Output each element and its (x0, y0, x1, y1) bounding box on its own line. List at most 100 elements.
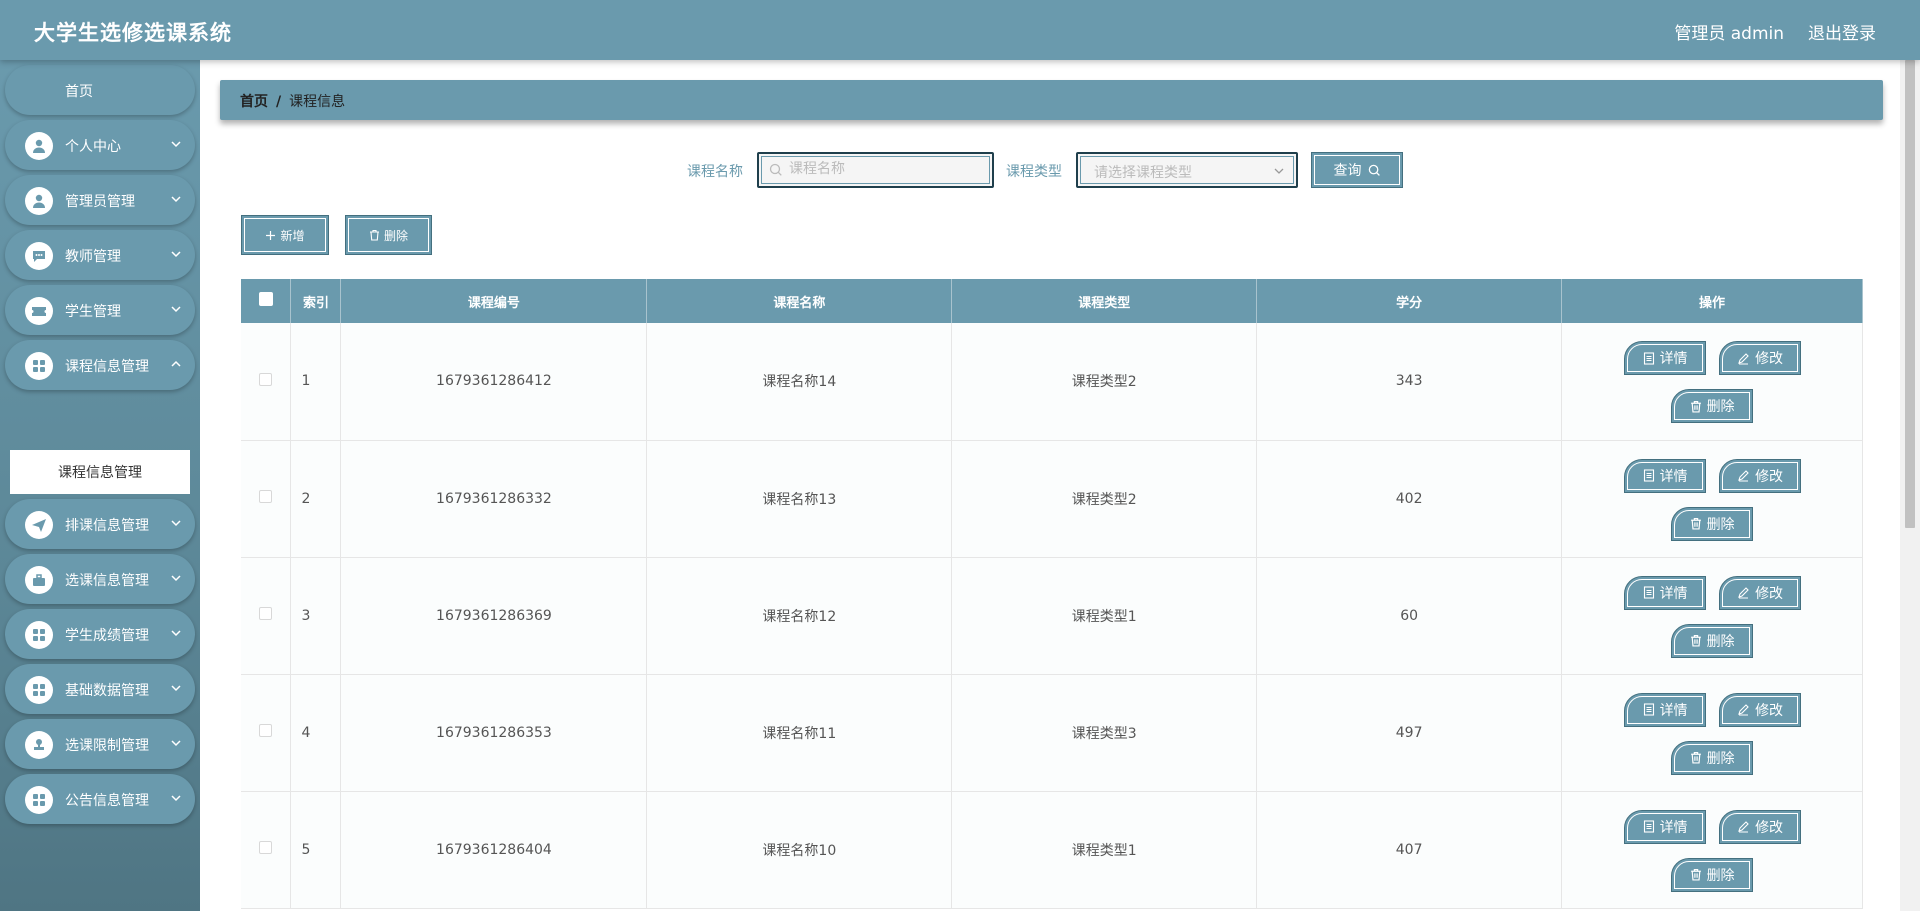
delete-button-label: 删除 (1706, 633, 1735, 650)
table-row: 4 1679361286353 课程名称11 课程类型3 497 详情 修改 删… (241, 674, 1863, 792)
delete-button-label: 删除 (1706, 867, 1735, 884)
column-header-type[interactable]: 课程类型 (951, 279, 1258, 323)
detail-button[interactable]: 详情 (1624, 809, 1707, 844)
sidebar-item-admin-management[interactable]: 管理员管理 (5, 175, 195, 225)
app-title: 大学生选修选课系统 (34, 21, 232, 45)
page-scrollbar[interactable] (1900, 60, 1920, 911)
delete-button[interactable]: 删除 (1671, 857, 1754, 892)
table-row: 2 1679361286332 课程名称13 课程类型2 402 详情 修改 删… (241, 440, 1863, 558)
grid-icon (25, 352, 53, 380)
sidebar-item-teacher-management[interactable]: 教师管理 (5, 230, 195, 280)
delete-button[interactable]: 删除 (1671, 740, 1754, 775)
table-row: 5 1679361286404 课程名称10 课程类型1 407 详情 修改 删… (241, 791, 1863, 909)
sidebar-item-label: 首页 (65, 84, 93, 100)
chevron-down-icon (171, 685, 181, 692)
row-course-type: 课程类型1 (951, 791, 1258, 909)
add-button-label: 新增 (280, 228, 305, 243)
edit-icon (1738, 352, 1749, 365)
delete-button[interactable]: 删除 (1671, 389, 1754, 423)
column-header-code[interactable]: 课程编号 (340, 279, 648, 323)
grid-icon (25, 786, 53, 814)
row-course-type: 课程类型2 (951, 440, 1258, 558)
delete-button[interactable]: 删除 (1671, 623, 1754, 658)
detail-button[interactable]: 详情 (1624, 458, 1707, 493)
delete-button[interactable]: 删除 (1671, 506, 1754, 541)
add-button[interactable]: 新增 (241, 215, 329, 255)
detail-button[interactable]: 详情 (1624, 692, 1707, 727)
delete-button-label: 删除 (1706, 750, 1735, 767)
detail-button[interactable]: 详情 (1624, 341, 1707, 375)
edit-button[interactable]: 修改 (1719, 809, 1802, 844)
trash-icon (1690, 518, 1701, 530)
row-checkbox[interactable] (259, 724, 273, 737)
sidebar-item-course-info-management[interactable]: 课程信息管理 (5, 340, 195, 390)
edit-button[interactable]: 修改 (1719, 341, 1802, 375)
chevron-down-icon (171, 740, 181, 747)
sidebar-item-basic-data-management[interactable]: 基础数据管理 (5, 664, 195, 714)
row-checkbox[interactable] (259, 490, 273, 503)
sidebar-item-schedule-management[interactable]: 排课信息管理 (5, 499, 195, 549)
sidebar-item-notice-management[interactable]: 公告信息管理 (5, 774, 195, 824)
sidebar-item-selection-limit-management[interactable]: 选课限制管理 (5, 719, 195, 769)
plus-icon (266, 230, 276, 240)
row-course-name: 课程名称10 (646, 791, 953, 909)
row-checkbox[interactable] (259, 841, 273, 854)
trash-icon (1690, 635, 1701, 647)
column-header-credit[interactable]: 学分 (1256, 279, 1563, 323)
breadcrumb-bar: 首页 / 课程信息 (220, 80, 1883, 120)
course-name-field[interactable] (757, 152, 994, 188)
row-course-code: 1679361286353 (340, 674, 648, 792)
row-course-name: 课程名称13 (646, 440, 953, 558)
breadcrumb-separator: / (276, 94, 282, 110)
sidebar-item-personal-center[interactable]: 个人中心 (5, 120, 195, 170)
row-checkbox[interactable] (259, 372, 273, 386)
delete-button-label: 删除 (1706, 399, 1735, 415)
edit-button[interactable]: 修改 (1719, 692, 1802, 727)
sidebar-item-selection-management[interactable]: 选课信息管理 (5, 554, 195, 604)
course-name-input[interactable] (789, 154, 989, 184)
trash-icon (1690, 400, 1701, 413)
batch-delete-button[interactable]: 删除 (345, 215, 432, 255)
column-header-operations: 操作 (1561, 279, 1863, 323)
query-button[interactable]: 查询 (1311, 152, 1403, 188)
logout-button[interactable]: 退出登录 (1808, 19, 1876, 44)
row-checkbox[interactable] (259, 607, 273, 620)
edit-button[interactable]: 修改 (1719, 458, 1802, 493)
table-header-row: 索引 课程编号 课程名称 课程类型 学分 操作 (241, 279, 1863, 323)
grid-icon (25, 676, 53, 704)
chevron-down-icon (171, 306, 181, 313)
trash-icon (369, 229, 379, 241)
document-icon (1643, 703, 1654, 716)
column-header-name[interactable]: 课程名称 (646, 279, 953, 323)
user-icon (25, 132, 53, 160)
trash-icon (1690, 869, 1701, 881)
breadcrumb-home[interactable]: 首页 (240, 94, 268, 110)
select-all-checkbox[interactable] (258, 292, 273, 306)
select-all-header (241, 279, 292, 323)
batch-delete-button-label: 删除 (383, 228, 408, 243)
breadcrumb: 首页 / 课程信息 (240, 91, 345, 111)
grid-icon (25, 621, 53, 649)
sidebar-item-grade-management[interactable]: 学生成绩管理 (5, 609, 195, 659)
detail-button-label: 详情 (1659, 351, 1688, 367)
query-button-label: 查询 (1333, 163, 1362, 179)
row-operations: 详情 修改 删除 (1561, 791, 1863, 909)
sidebar-item-label: 选课信息管理 (65, 573, 149, 589)
sidebar-subitem-course-info[interactable]: 课程信息管理 (10, 450, 190, 494)
row-credit: 402 (1256, 440, 1563, 558)
course-type-label: 课程类型 (1006, 164, 1062, 180)
column-header-index: 索引 (290, 279, 342, 323)
scrollbar-thumb[interactable] (1905, 60, 1915, 528)
edit-icon (1738, 470, 1749, 482)
course-type-select[interactable]: 请选择课程类型 (1076, 152, 1298, 188)
sidebar-item-home[interactable]: 首页 (5, 65, 195, 115)
edit-button[interactable]: 修改 (1719, 575, 1802, 610)
chevron-up-icon (171, 360, 181, 367)
sidebar-item-label: 个人中心 (65, 139, 121, 155)
ticket-icon (25, 297, 53, 325)
course-table: 索引 课程编号 课程名称 课程类型 学分 操作 1 1679361286412 … (241, 279, 1863, 909)
document-icon (1643, 820, 1654, 833)
detail-button[interactable]: 详情 (1624, 575, 1707, 610)
sidebar-item-student-management[interactable]: 学生管理 (5, 285, 195, 335)
chat-icon (25, 242, 53, 270)
